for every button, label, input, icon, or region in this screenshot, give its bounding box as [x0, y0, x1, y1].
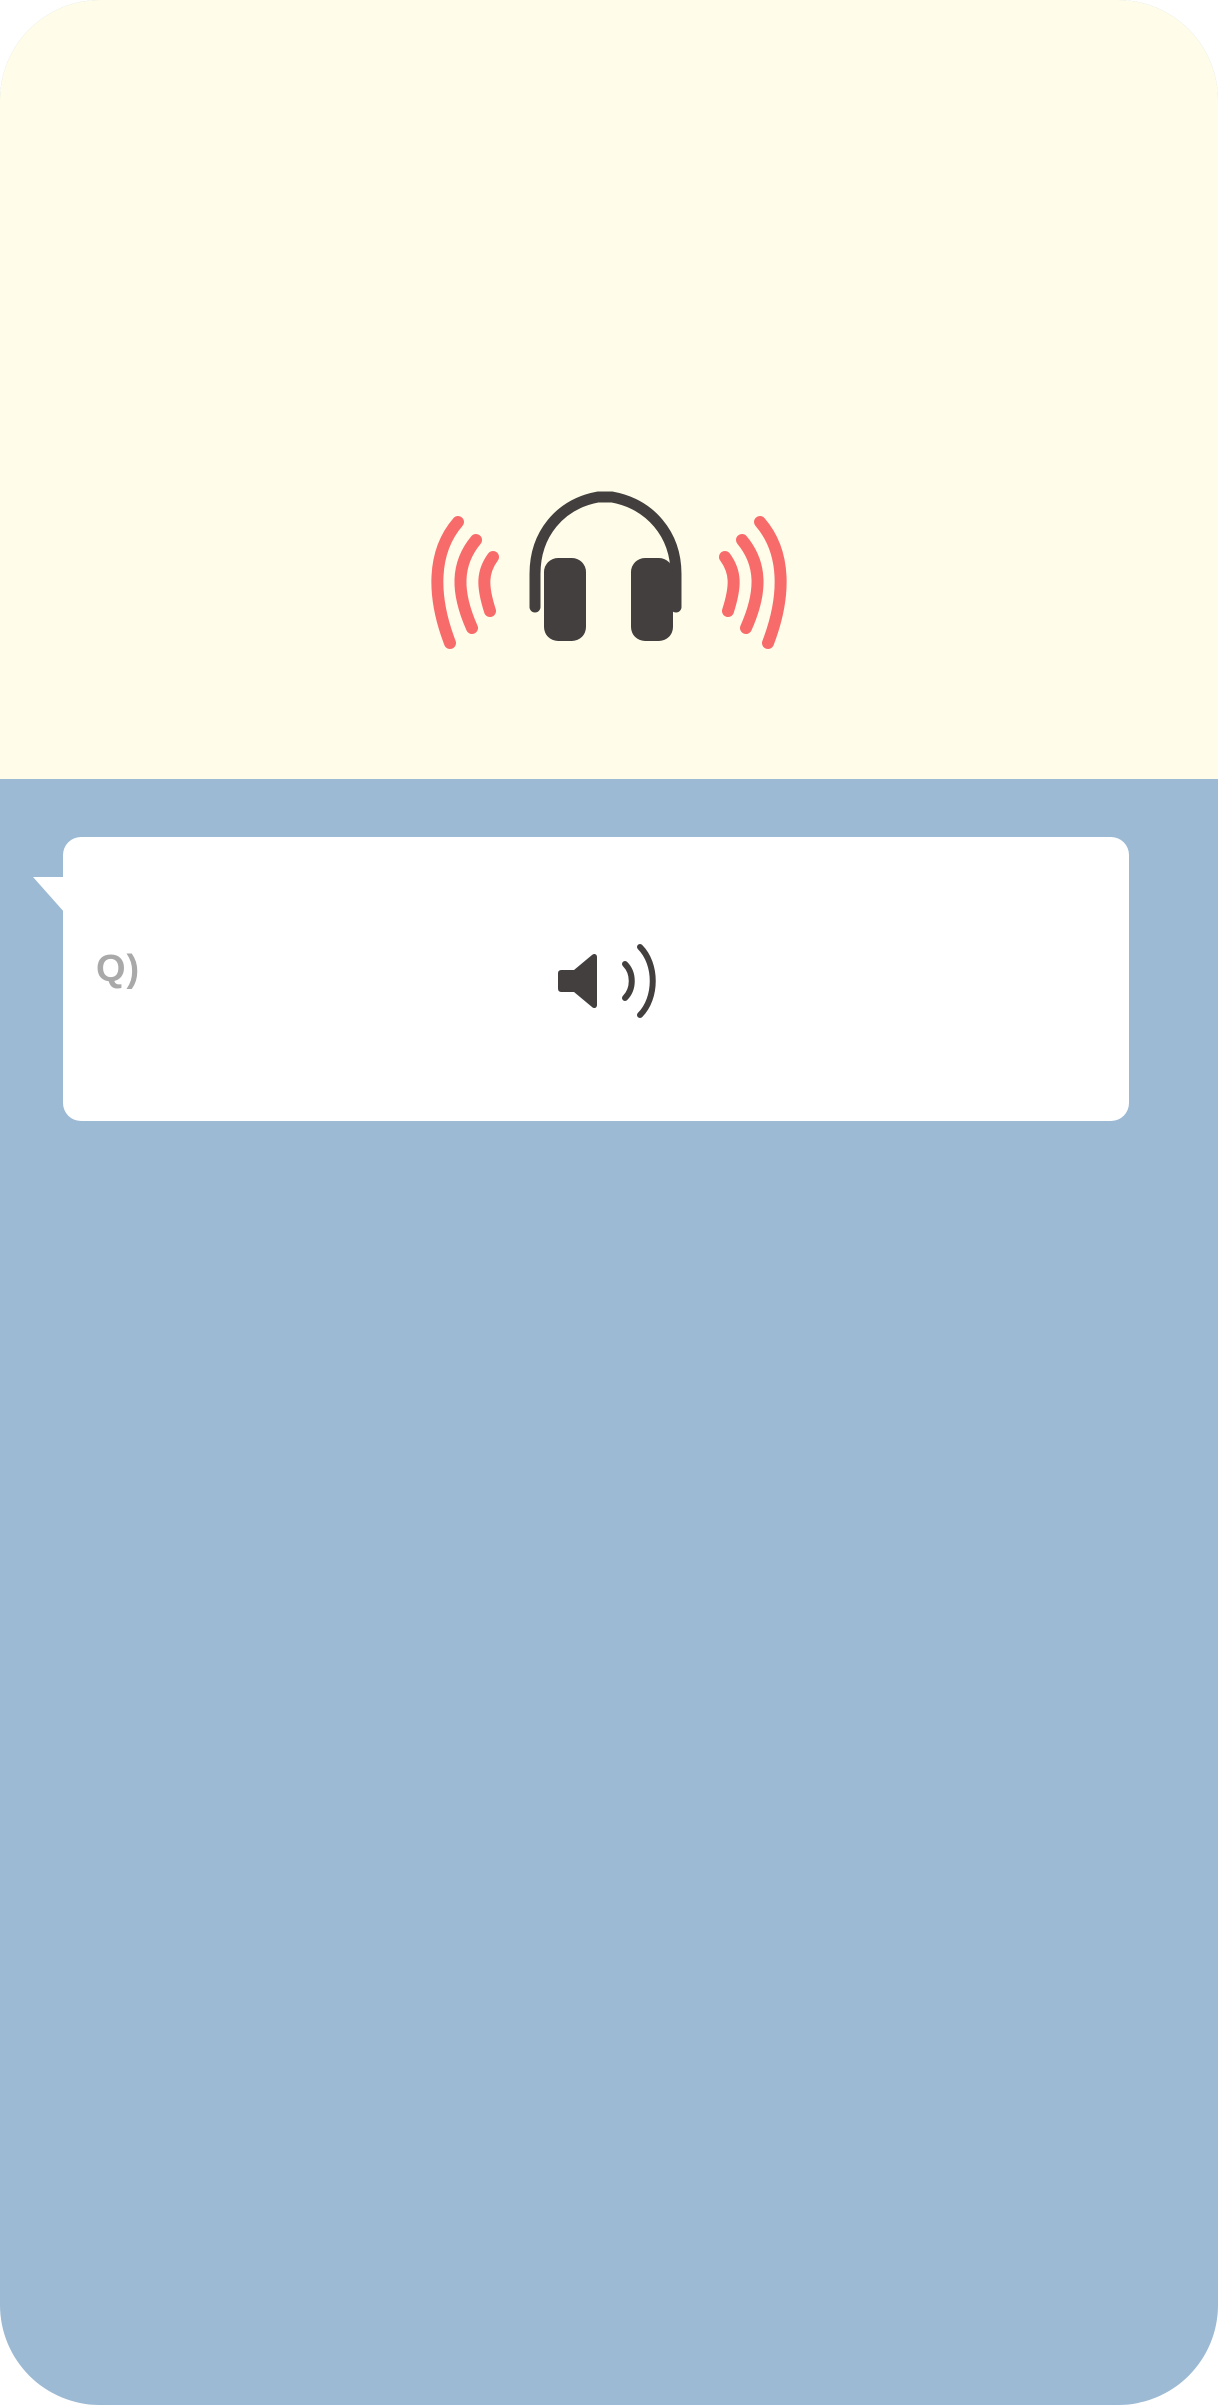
- headphones-sound-icon: [431, 491, 787, 649]
- question-label: Q): [96, 948, 141, 990]
- speaker-icon[interactable]: [554, 938, 666, 1024]
- screen: Q): [0, 0, 1218, 2405]
- hero-panel: [0, 0, 1218, 779]
